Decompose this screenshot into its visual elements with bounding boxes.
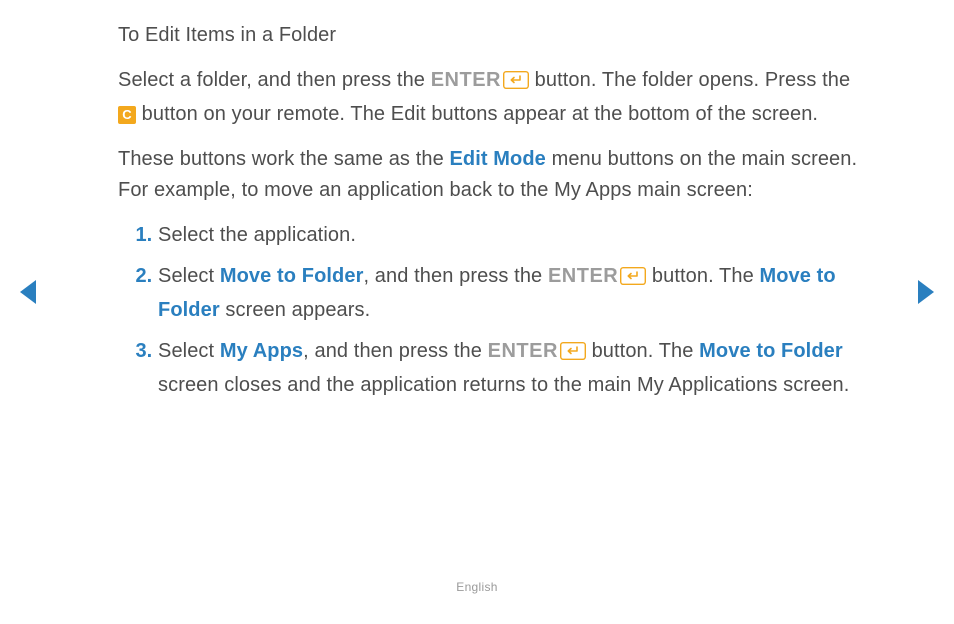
edit-mode-term: Edit Mode: [449, 148, 545, 170]
text: , and then press the: [303, 340, 487, 362]
nav-prev-arrow[interactable]: [20, 280, 36, 304]
nav-next-arrow[interactable]: [918, 280, 934, 304]
enter-icon: [620, 264, 646, 295]
my-apps-term: My Apps: [220, 340, 303, 362]
steps-list: Select the application. Select Move to F…: [128, 220, 858, 401]
intro-paragraph-2: These buttons work the same as the Edit …: [118, 144, 858, 206]
content-body: To Edit Items in a Folder Select a folde…: [118, 20, 858, 411]
step-1: Select the application.: [158, 220, 858, 251]
step-3: Select My Apps, and then press the ENTER…: [158, 336, 858, 401]
text: button on your remote. The Edit buttons …: [136, 103, 818, 125]
move-to-folder-term: Move to Folder: [220, 265, 364, 287]
enter-icon: [560, 339, 586, 370]
step-2: Select Move to Folder, and then press th…: [158, 261, 858, 326]
move-to-folder-term: Move to Folder: [699, 340, 843, 362]
text: , and then press the: [363, 265, 547, 287]
enter-label: ENTER: [548, 265, 618, 287]
text: button. The: [646, 265, 759, 287]
text: These buttons work the same as the: [118, 148, 449, 170]
text: button. The folder opens. Press the: [529, 69, 850, 91]
text: button. The: [586, 340, 699, 362]
text: screen closes and the application return…: [158, 374, 849, 396]
text: screen appears.: [220, 299, 371, 321]
intro-paragraph-1: Select a folder, and then press the ENTE…: [118, 65, 858, 130]
text: Select a folder, and then press the: [118, 69, 431, 91]
footer-language: English: [0, 580, 954, 594]
page-title: To Edit Items in a Folder: [118, 20, 858, 51]
text: Select: [158, 340, 220, 362]
enter-label: ENTER: [488, 340, 558, 362]
text: Select the application.: [158, 224, 356, 246]
enter-icon: [503, 68, 529, 99]
c-button-icon: C: [118, 106, 136, 124]
text: Select: [158, 265, 220, 287]
enter-label: ENTER: [431, 69, 501, 91]
